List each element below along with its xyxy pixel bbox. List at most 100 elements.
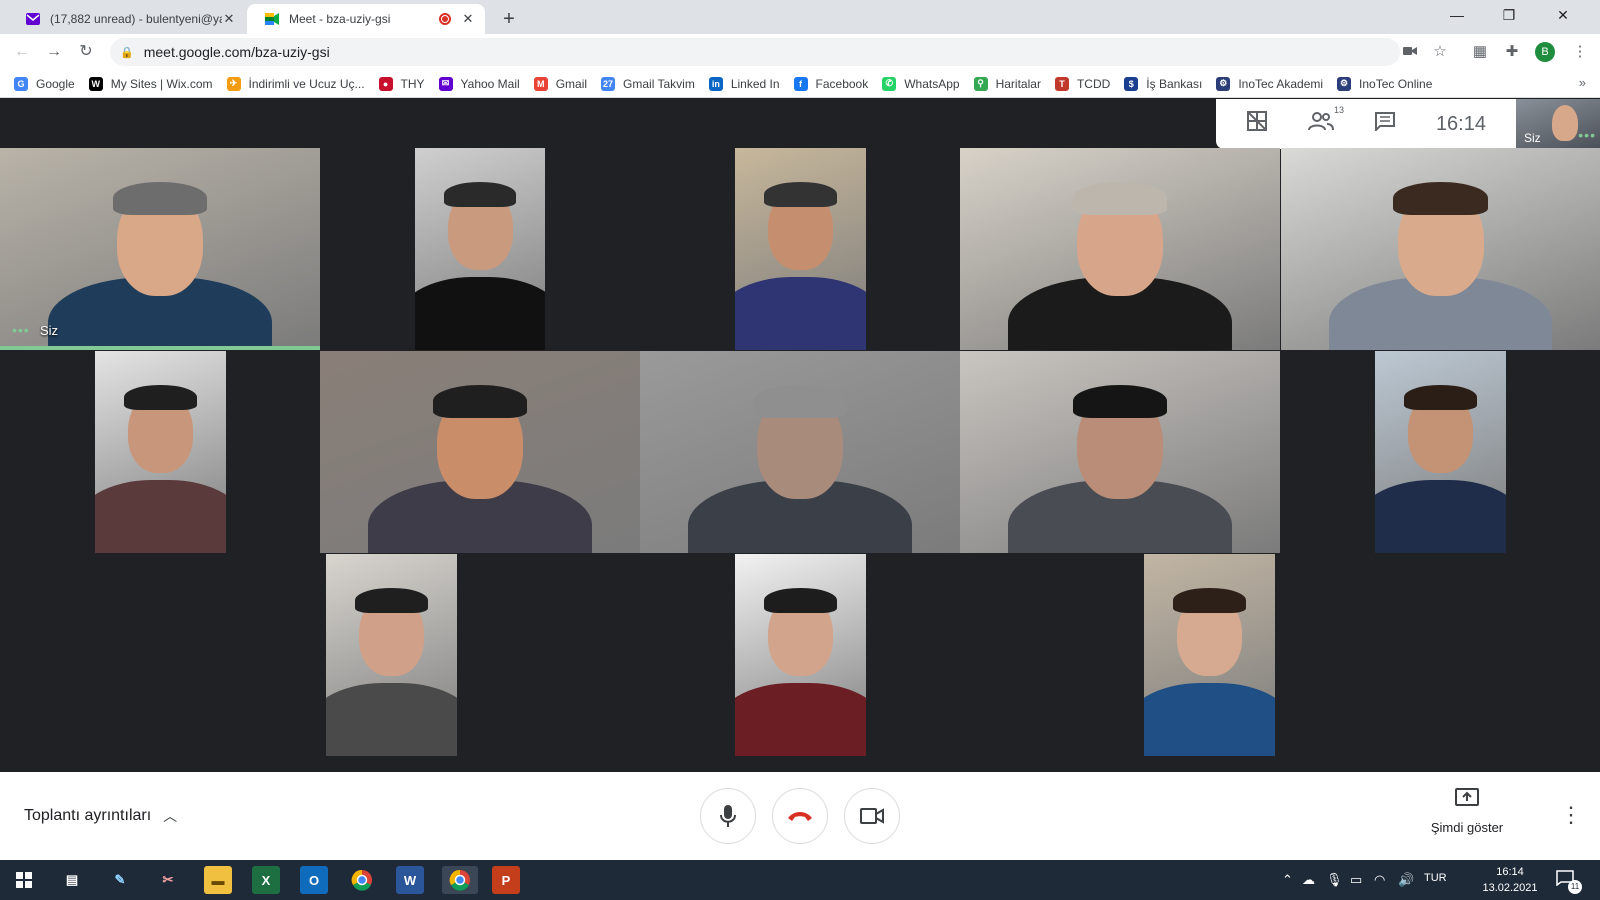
thy-icon: ● (378, 76, 393, 91)
microphone-icon (720, 805, 736, 827)
inotec-icon: ⚙ (1337, 76, 1352, 91)
close-tab-icon[interactable]: ✕ (222, 11, 236, 27)
close-tab-icon[interactable]: ✕ (461, 11, 475, 27)
bookmark-item[interactable]: G Google (14, 76, 75, 91)
bookmarks-overflow-icon[interactable]: » (1579, 75, 1586, 90)
powerpoint-icon[interactable]: P (492, 866, 520, 894)
reload-icon[interactable]: ↻ (74, 40, 98, 64)
tab-meet[interactable]: Meet - bza-uziy-gsi ✕ (247, 4, 485, 34)
participant-hair (112, 182, 208, 215)
microphone-button[interactable] (700, 788, 756, 844)
more-options-icon[interactable]: ⋮ (1560, 802, 1582, 828)
outlook-icon[interactable]: O (300, 866, 328, 894)
participant-video-tile[interactable] (735, 148, 866, 350)
bookmark-star-icon[interactable]: ☆ (1428, 40, 1452, 64)
bookmark-label: Gmail (555, 76, 588, 91)
participant-hair (764, 588, 837, 613)
chrome-icon[interactable] (348, 866, 376, 894)
excel-icon[interactable]: X (252, 866, 280, 894)
hang-up-icon (788, 812, 812, 821)
participant-video-tile[interactable] (1144, 554, 1275, 756)
participant-video-tile[interactable] (960, 351, 1280, 553)
chat-icon[interactable] (1374, 111, 1396, 137)
camera-button[interactable] (844, 788, 900, 844)
show-hidden-icons-icon[interactable]: ⌃ (1282, 872, 1293, 888)
battery-icon[interactable]: ▭ (1350, 872, 1362, 888)
snipping-tool-icon[interactable]: ✂ (154, 866, 182, 894)
participant-video-tile[interactable] (960, 148, 1280, 350)
bookmark-item[interactable]: M Gmail (533, 76, 588, 91)
tab-yahoo-mail[interactable]: (17,882 unread) - bulentyeni@ya ✕ (8, 4, 246, 34)
taskbar-clock[interactable]: 16:14 13.02.2021 (1480, 864, 1540, 896)
wifi-icon[interactable]: ◠ (1374, 872, 1385, 888)
microphone-tray-icon[interactable]: 🎙 (1326, 872, 1343, 888)
participant-hair (1404, 385, 1477, 410)
bookmark-item[interactable]: ⚙ InoTec Akademi (1216, 76, 1323, 91)
participant-video-tile[interactable] (735, 554, 866, 756)
bookmark-item[interactable]: ✆ WhatsApp (882, 76, 960, 91)
extensions-puzzle-icon[interactable]: ✚ (1500, 40, 1524, 64)
layout-grid-icon[interactable] (1246, 110, 1268, 138)
participant-video-tile[interactable] (326, 554, 457, 756)
meeting-details-button[interactable]: Toplantı ayrıntıları ︿ (24, 806, 177, 826)
meet-top-bar: 13 16:14 (1216, 99, 1516, 149)
wix-icon: W (88, 76, 103, 91)
bookmark-item[interactable]: f Facebook (793, 76, 868, 91)
url-text: meet.google.com/bza-uziy-gsi (143, 44, 330, 60)
close-window-button[interactable]: ✕ (1540, 0, 1586, 30)
bookmark-item[interactable]: ✉ Yahoo Mail (438, 76, 520, 91)
word-icon[interactable]: W (396, 866, 424, 894)
bookmark-item[interactable]: 27 Gmail Takvim (601, 76, 695, 91)
present-now-button[interactable]: Şimdi göster (1424, 788, 1510, 835)
whatsapp-icon: ✆ (882, 76, 897, 91)
bookmark-label: İş Bankası (1146, 76, 1203, 91)
participant-body (415, 277, 545, 350)
self-view-thumbnail[interactable]: Siz ••• (1516, 99, 1600, 149)
meeting-clock: 16:14 (1435, 112, 1486, 135)
bookmark-label: Linked In (730, 76, 780, 91)
bookmark-item[interactable]: ⚙ InoTec Online (1337, 76, 1432, 91)
new-tab-button[interactable]: + (496, 6, 522, 32)
back-arrow-icon[interactable]: ← (10, 40, 34, 64)
participant-video-tile[interactable] (95, 351, 226, 553)
tab-title: (17,882 unread) - bulentyeni@ya (50, 12, 222, 26)
participant-video-tile[interactable] (1281, 148, 1600, 350)
participant-video-tile[interactable] (415, 148, 545, 350)
volume-icon[interactable]: 🔊 (1398, 872, 1414, 888)
lock-icon: 🔒 (120, 46, 134, 59)
bookmark-item[interactable]: ⚲ Haritalar (973, 76, 1041, 91)
participants-icon[interactable]: 13 (1307, 105, 1344, 137)
chrome-menu-icon[interactable]: ⋮ (1568, 40, 1592, 64)
bookmark-item[interactable]: T TCDD (1054, 76, 1110, 91)
participant-hair (1072, 182, 1168, 215)
forward-arrow-icon[interactable]: → (42, 40, 66, 64)
inotec-icon: ⚙ (1216, 76, 1231, 91)
onedrive-icon[interactable]: ☁ (1302, 872, 1315, 888)
minimize-button[interactable]: — (1434, 0, 1480, 30)
bookmark-item[interactable]: ● THY (378, 76, 425, 91)
file-explorer-icon[interactable]: ▬ (204, 866, 232, 894)
participant-video-tile[interactable] (320, 351, 640, 553)
participant-video-tile[interactable] (640, 351, 960, 553)
leave-call-button[interactable] (772, 788, 828, 844)
participant-hair (355, 588, 428, 613)
paint-icon[interactable]: ✎ (106, 866, 134, 894)
chrome-profile-icon[interactable] (442, 866, 478, 894)
address-bar[interactable]: 🔒 meet.google.com/bza-uziy-gsi (110, 38, 1400, 66)
input-language[interactable]: TUR (1424, 872, 1447, 884)
windows-start-icon[interactable] (10, 866, 38, 894)
apps-grid-icon[interactable]: ▦ (1468, 40, 1492, 64)
participant-video-tile[interactable]: ••• Siz (0, 148, 320, 350)
taskbar-time: 16:14 (1496, 866, 1524, 878)
bookmark-item[interactable]: in Linked In (708, 76, 780, 91)
action-center-icon[interactable]: 11 (1556, 870, 1582, 894)
bookmark-item[interactable]: W My Sites | Wix.com (88, 76, 213, 91)
participant-video-tile[interactable] (1375, 351, 1506, 553)
profile-avatar[interactable]: B (1535, 42, 1555, 62)
bookmark-item[interactable]: $ İş Bankası (1124, 76, 1203, 91)
task-view-icon[interactable]: ▤ (58, 866, 86, 894)
bookmark-item[interactable]: ✈ İndirimli ve Ucuz Uç... (226, 76, 365, 91)
camera-in-use-icon[interactable] (1398, 40, 1422, 64)
participant-count: 13 (1333, 105, 1344, 115)
restore-button[interactable]: ❐ (1486, 0, 1532, 30)
